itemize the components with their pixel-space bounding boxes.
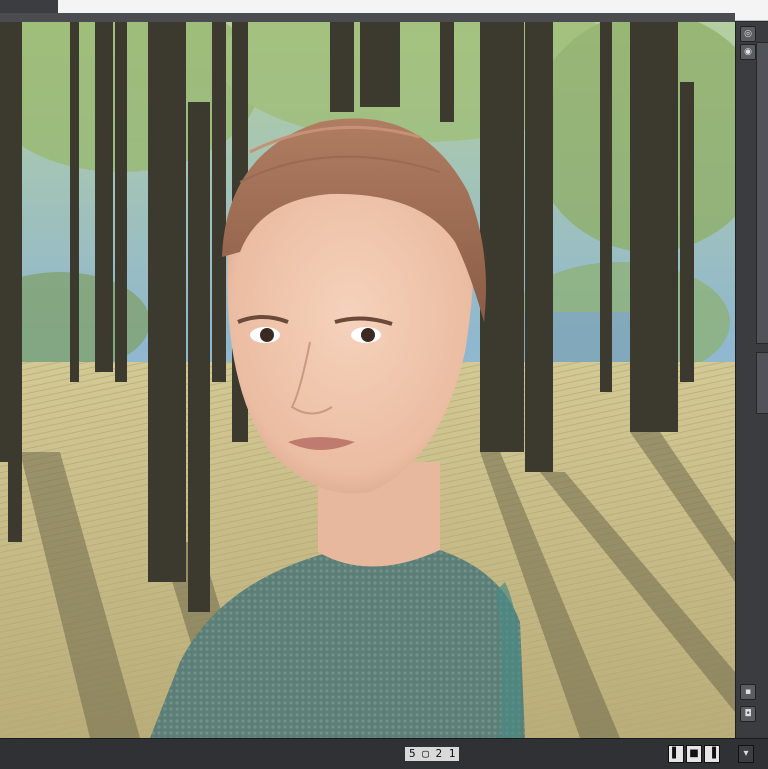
side-panel-slider[interactable] (756, 352, 768, 414)
lock-icon[interactable]: ▪ (740, 684, 756, 700)
side-panel-scroll-track[interactable] (756, 42, 768, 344)
side-panel: ◎ ◉ ▪ ◘ (735, 22, 768, 738)
scene-render (0, 22, 735, 738)
window-title-bar (0, 13, 735, 22)
settings-icon[interactable]: ◘ (740, 706, 756, 722)
menu-button[interactable]: ▾ (738, 745, 754, 763)
stop-button[interactable]: ■ (686, 745, 702, 763)
eye-icon[interactable]: ◉ (740, 44, 756, 60)
camera-icon[interactable]: ◎ (740, 26, 756, 42)
timeline-bar: 5 ▢ 2 1 ▌ ■ ▐ ▾ (0, 738, 768, 769)
frame-counter: 5 ▢ 2 1 (405, 747, 460, 761)
render-viewport[interactable] (0, 22, 735, 738)
step-button[interactable]: ▐ (704, 745, 720, 763)
play-button[interactable]: ▌ (668, 745, 684, 763)
